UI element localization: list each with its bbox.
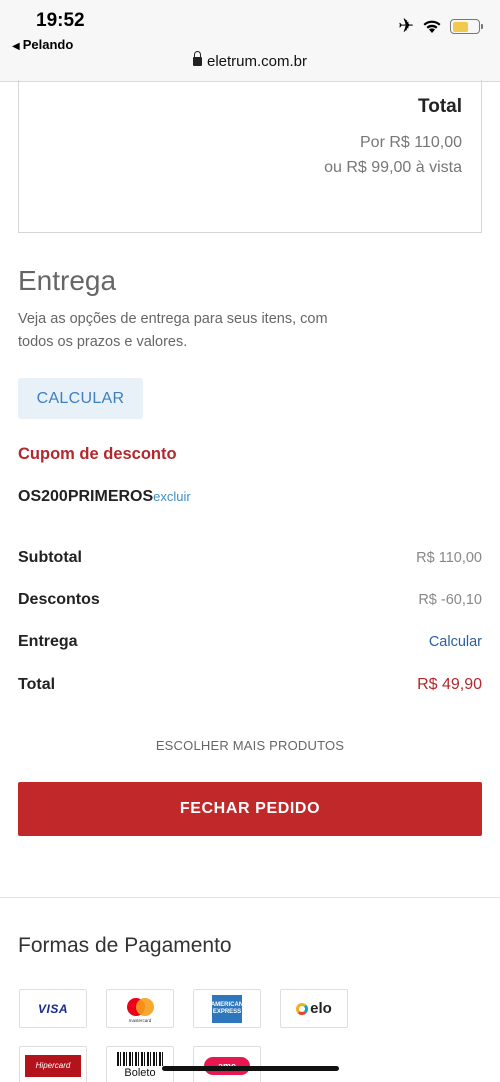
amex-icon: AMERICAN EXPRESS xyxy=(193,989,261,1028)
mastercard-logo: mastercard xyxy=(122,997,158,1023)
calculate-shipping-link[interactable]: Calcular xyxy=(429,634,482,650)
visa-icon: VISA xyxy=(19,989,87,1028)
discount-label: Descontos xyxy=(18,591,100,608)
total-value: R$ 49,90 xyxy=(417,676,482,693)
boleto-icon: Boleto xyxy=(106,1046,174,1082)
shipping-row-label: Entrega xyxy=(18,633,78,650)
calculate-shipping-button[interactable]: CALCULAR xyxy=(18,378,143,419)
amex-label: AMERICAN EXPRESS xyxy=(211,994,243,1023)
choose-more-products-link[interactable]: ESCOLHER MAIS PRODUTOS xyxy=(0,738,500,753)
coupon-code: OS200PRIMEROS xyxy=(18,488,154,505)
section-divider xyxy=(0,897,500,898)
system-icons: ✈ xyxy=(398,16,483,37)
hipercard-icon: Hipercard xyxy=(19,1046,87,1082)
address-bar[interactable]: eletrum.com.br xyxy=(0,51,500,70)
subtotal-value: R$ 110,00 xyxy=(416,550,482,566)
elo-icon: elo xyxy=(280,989,348,1028)
battery-icon xyxy=(450,19,483,34)
total-label: Total xyxy=(18,676,56,693)
clock: 19:52 xyxy=(36,10,85,31)
payment-methods-title: Formas de Pagamento xyxy=(18,934,232,957)
ame-icon: ame xyxy=(193,1046,261,1082)
coupon-title: Cupom de desconto xyxy=(18,445,177,463)
elo-label: elo xyxy=(310,1000,332,1017)
airplane-mode-icon: ✈ xyxy=(398,16,414,37)
elo-ring-icon xyxy=(296,1002,309,1015)
summary-total-title: Total xyxy=(418,96,462,117)
url-text: eletrum.com.br xyxy=(206,53,308,70)
back-app-label: Pelando xyxy=(22,37,74,52)
shipping-description: Veja as opções de entrega para seus iten… xyxy=(18,311,328,350)
discount-value: R$ -60,10 xyxy=(418,592,482,608)
checkout-button[interactable]: FECHAR PEDIDO xyxy=(18,782,482,836)
mastercard-label: mastercard xyxy=(128,1017,152,1023)
home-indicator[interactable] xyxy=(162,1066,339,1071)
boleto-label: Boleto xyxy=(124,1067,156,1079)
summary-cash-price: ou R$ 99,00 à vista xyxy=(324,159,462,176)
summary-price: Por R$ 110,00 xyxy=(360,134,462,151)
back-arrow-icon: ◀ xyxy=(12,41,20,52)
browser-status-bar: 19:52 ◀ Pelando eletrum.com.br ✈ xyxy=(0,0,500,82)
back-to-app-link[interactable]: ◀ Pelando xyxy=(12,37,73,52)
remove-coupon-link[interactable]: excluir xyxy=(153,489,191,504)
coupon-row: OS200PRIMEROSexcluir xyxy=(18,488,191,506)
barcode-icon xyxy=(117,1052,163,1066)
mastercard-icon: mastercard xyxy=(106,989,174,1028)
shipping-title: Entrega xyxy=(18,265,117,296)
subtotal-label: Subtotal xyxy=(18,549,82,566)
order-summary-box: Total Por R$ 110,00 ou R$ 99,00 à vista xyxy=(18,80,482,233)
lock-icon xyxy=(192,51,202,66)
visa-label: VISA xyxy=(37,1001,68,1016)
wifi-icon xyxy=(423,20,441,33)
battery-level xyxy=(452,21,468,32)
hipercard-label: Hipercard xyxy=(25,1054,81,1077)
